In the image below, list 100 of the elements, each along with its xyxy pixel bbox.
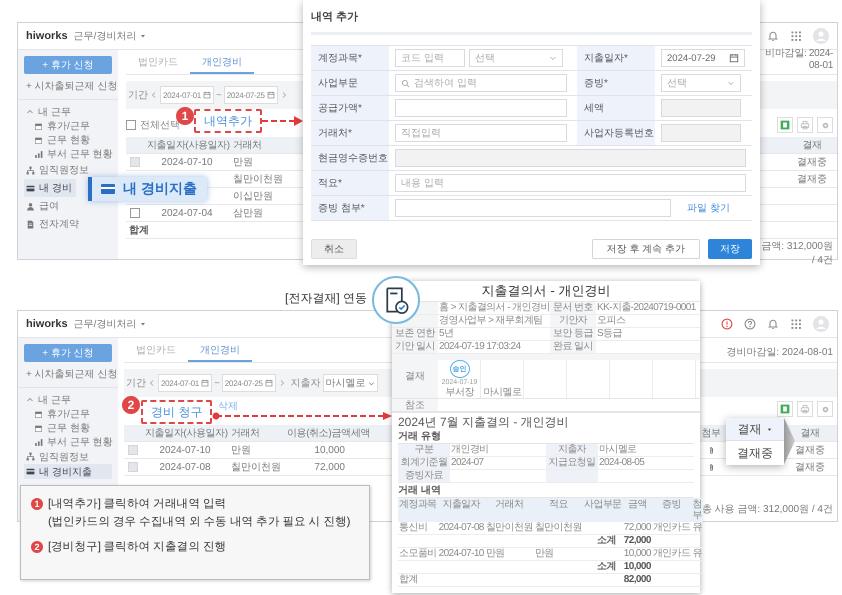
table-cell: 삼만원 — [233, 208, 263, 219]
callout-pointer — [784, 418, 795, 464]
select-field[interactable]: 선택 — [469, 49, 563, 67]
alert-icon[interactable] — [721, 318, 733, 330]
table-cell: 유 — [691, 548, 703, 561]
sidebar-item[interactable]: 부서 근무 현황 — [24, 147, 117, 161]
sidebar-item[interactable]: 내 경비 — [24, 179, 76, 197]
table-cell: 2024-07-10 — [159, 444, 211, 456]
deadline-text: 경비마감일: 2024-08-01 — [725, 346, 834, 360]
range-separator: ~ — [216, 90, 222, 100]
calendar-icon — [729, 53, 739, 63]
reference-label: 참조 — [392, 399, 438, 411]
chevron-left-icon[interactable] — [148, 379, 156, 387]
subtotal-amount: 10,000 — [622, 561, 652, 574]
sidebar-group[interactable]: 내 근무 — [24, 392, 112, 407]
form-label: 적요* — [311, 171, 389, 196]
tab[interactable]: 개인경비 — [190, 52, 254, 74]
sidebar-item[interactable]: 내 경비지출 — [24, 464, 112, 479]
leave-request-button[interactable]: + 휴가 신청 — [24, 344, 112, 362]
column-header[interactable]: 결재 — [800, 426, 820, 440]
column-header: 증빙 — [652, 498, 692, 522]
column-header[interactable]: 세액 — [348, 426, 384, 440]
table-cell: 10,000 — [622, 548, 652, 561]
sidebar-item[interactable]: 근무 현황 — [24, 133, 94, 147]
date-field[interactable]: 2024-07-29 — [661, 49, 745, 67]
printer-icon[interactable] — [800, 120, 810, 130]
calendar-icon — [202, 91, 211, 99]
caret-icon — [549, 54, 557, 62]
sidebar-item[interactable]: 임직원정보 — [24, 161, 93, 179]
dialog-button[interactable]: 저장 후 계속 추가 — [592, 239, 700, 259]
printer-icon[interactable] — [800, 404, 810, 414]
module-menu[interactable]: 근무/경비처리 — [74, 317, 148, 331]
column-header[interactable]: 지출일자(사용일자) — [144, 138, 230, 152]
table-cell: 만원 — [534, 548, 583, 561]
column-header[interactable]: 이용(취소)금액 — [284, 426, 348, 440]
caret-icon — [766, 426, 772, 432]
search-field[interactable]: 검색하여 입력 — [395, 74, 567, 92]
card-icon — [26, 467, 35, 476]
delete-link[interactable]: 삭제 — [218, 401, 238, 412]
browse-file-link[interactable]: 파일 찾기 — [687, 201, 730, 215]
input-field[interactable]: 코드 입력 — [395, 49, 465, 67]
sidebar-item[interactable]: 근무 현황 — [24, 421, 112, 435]
input-field[interactable]: 직접입력 — [395, 124, 567, 142]
dialog-button[interactable]: 저장 — [708, 239, 752, 259]
column-header: 거래처 — [484, 498, 534, 522]
help-icon[interactable] — [744, 318, 756, 330]
sidebar-item[interactable]: 임직원정보 — [24, 449, 112, 464]
date-field[interactable]: 2024-07-01 — [158, 374, 212, 392]
file-field[interactable] — [395, 199, 672, 217]
sidebar-group[interactable]: 내 근무 — [24, 104, 75, 119]
date-field[interactable]: 2024-07-25 — [222, 374, 276, 392]
tab[interactable]: 법인카드 — [124, 340, 188, 362]
date-field[interactable]: 2024-07-01 — [160, 86, 214, 104]
info-label: 완료 일시 — [553, 341, 593, 352]
sidebar-item[interactable]: 전자계약 — [24, 215, 83, 233]
checkbox[interactable] — [126, 120, 136, 130]
expense-claim-button[interactable]: 경비 청구 — [141, 400, 212, 424]
form-label: 증빙* — [577, 71, 655, 96]
column-header[interactable]: 거래처 — [228, 426, 284, 440]
settings-icon[interactable] — [820, 120, 830, 130]
column-header[interactable]: 거래처 — [230, 138, 290, 152]
table-cell: 칠만이천원 — [534, 522, 583, 535]
apps-icon[interactable] — [790, 318, 802, 330]
approval-label: 결재 — [392, 354, 438, 398]
settings-icon[interactable] — [820, 404, 830, 414]
table-cell: 칠만이천원 — [233, 174, 283, 185]
input-field[interactable]: 내용 입력 — [395, 174, 746, 192]
leave-request-button[interactable]: + 휴가 신청 — [24, 56, 112, 74]
spreadsheet-icon[interactable] — [780, 404, 790, 414]
tab[interactable]: 개인경비 — [188, 340, 252, 362]
tab[interactable]: 법인카드 — [126, 52, 190, 74]
section-title: 거래 유형 — [398, 430, 442, 443]
info-label: 기안자 — [558, 315, 588, 326]
column-header[interactable]: 결재 — [802, 138, 822, 152]
select-field[interactable]: 선택 — [661, 74, 741, 92]
caption: [전자결재] 연동 — [285, 290, 368, 307]
add-entry-button[interactable]: 내역추가 — [194, 109, 262, 133]
sidebar-item[interactable]: 휴가/근무 — [24, 407, 112, 421]
sidebar-item[interactable]: 급여 — [24, 197, 63, 215]
org-chart-icon — [26, 166, 35, 174]
dialog-button[interactable]: 취소 — [311, 239, 357, 259]
select-field[interactable]: 마시멜로 — [322, 374, 378, 392]
checkbox[interactable] — [130, 208, 140, 218]
bell-icon[interactable] — [767, 30, 779, 42]
module-menu[interactable]: 근무/경비처리 — [74, 29, 148, 43]
app-logo: hiworks — [26, 318, 68, 330]
apps-icon[interactable] — [790, 30, 802, 42]
subtotal-label: 소계 — [596, 561, 617, 572]
date-field[interactable]: 2024-07-25 — [224, 86, 278, 104]
sidebar-item[interactable]: 부서 근무 현황 — [24, 435, 112, 449]
field-value: 마시멜로 — [599, 444, 637, 455]
step-badge: 2 — [31, 541, 43, 553]
table-cell: 개인카드 — [652, 522, 692, 535]
sidebar-item[interactable]: 휴가/근무 — [24, 119, 94, 133]
spreadsheet-icon[interactable] — [780, 120, 790, 130]
input-field[interactable] — [395, 99, 567, 117]
column-header[interactable]: 지출일자(사용일자) — [142, 426, 228, 440]
chevron-left-icon[interactable] — [150, 91, 158, 99]
column-header[interactable]: 첨부 — [701, 426, 721, 440]
bell-icon[interactable] — [767, 318, 779, 330]
